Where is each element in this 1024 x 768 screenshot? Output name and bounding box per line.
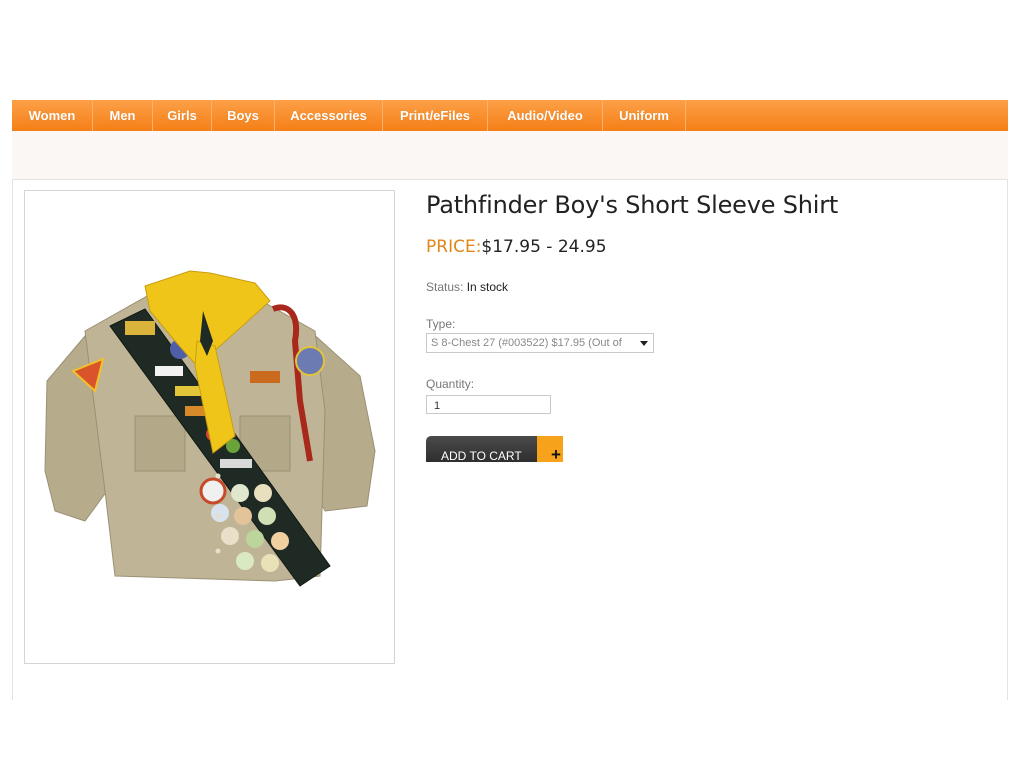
add-to-cart-plus-button[interactable]: +: [537, 436, 563, 464]
add-to-cart-button[interactable]: ADD TO CART: [426, 436, 537, 462]
nav-item-label: Women: [28, 108, 76, 123]
chevron-down-icon: [640, 341, 648, 346]
nav-item-label: Boys: [227, 108, 259, 123]
price-label: PRICE:: [426, 237, 482, 257]
pathfinder-shirt-photo: [44, 270, 376, 587]
nav-item-print-efiles[interactable]: Print/eFiles: [383, 100, 488, 131]
nav-item-girls[interactable]: Girls: [153, 100, 212, 131]
nav-item-label: Girls: [167, 108, 197, 123]
nav-item-women[interactable]: Women: [12, 100, 93, 131]
product-title: Pathfinder Boy's Short Sleeve Shirt: [426, 191, 839, 219]
quantity-input[interactable]: 1: [426, 395, 551, 414]
nav-item-label: Accessories: [290, 108, 367, 123]
stock-status: Status: In stock: [426, 280, 508, 294]
plus-icon: +: [551, 445, 561, 464]
product-image[interactable]: [24, 190, 395, 664]
nav-item-uniform[interactable]: Uniform: [603, 100, 686, 131]
type-select[interactable]: S 8-Chest 27 (#003522) $17.95 (Out of: [426, 333, 654, 353]
product-price: PRICE:$17.95 - 24.95: [426, 237, 607, 257]
nav-item-boys[interactable]: Boys: [212, 100, 275, 131]
nav-item-label: Men: [109, 108, 136, 123]
nav-item-label: Audio/Video: [507, 108, 583, 123]
nav-item-men[interactable]: Men: [93, 100, 153, 131]
status-value: In stock: [466, 280, 509, 294]
nav-spacer-band: [12, 131, 1008, 179]
nav-item-audio-video[interactable]: Audio/Video: [488, 100, 603, 131]
status-label: Status:: [426, 280, 464, 294]
main-nav: Women Men Girls Boys Accessories Print/e…: [12, 100, 1008, 131]
type-selected-value: S 8-Chest 27 (#003522) $17.95 (Out of: [431, 337, 622, 349]
nav-item-label: Uniform: [619, 108, 669, 123]
nav-item-accessories[interactable]: Accessories: [275, 100, 383, 131]
nav-item-label: Print/eFiles: [399, 108, 471, 123]
quantity-label: Quantity:: [426, 377, 475, 391]
price-value: $17.95 - 24.95: [481, 237, 607, 257]
type-label: Type:: [426, 317, 456, 331]
